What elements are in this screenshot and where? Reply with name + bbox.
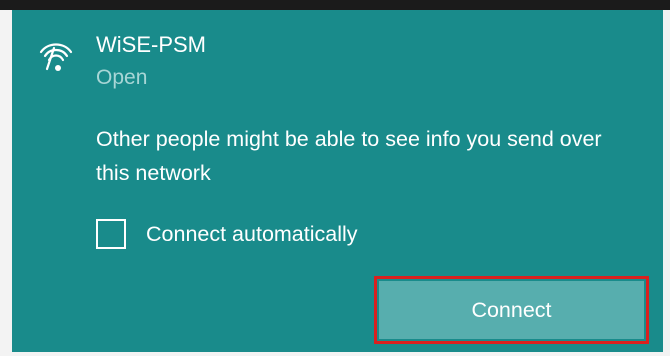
connect-automatically-label[interactable]: Connect automatically [146, 222, 358, 247]
wifi-signal-icon [39, 43, 73, 71]
connect-automatically-option[interactable]: Connect automatically [96, 216, 358, 252]
wifi-network-panel: WiSE-PSM Open Other people might be able… [12, 10, 663, 352]
page-background-right [663, 10, 670, 356]
connect-automatically-checkbox[interactable] [96, 219, 126, 249]
page-background-left [0, 10, 12, 356]
connect-button[interactable]: Connect [379, 281, 644, 339]
network-security-status: Open [96, 66, 148, 89]
network-warning-text: Other people might be able to see info y… [96, 127, 602, 185]
network-name: WiSE-PSM [96, 32, 206, 57]
page-background-bottom [0, 352, 670, 356]
